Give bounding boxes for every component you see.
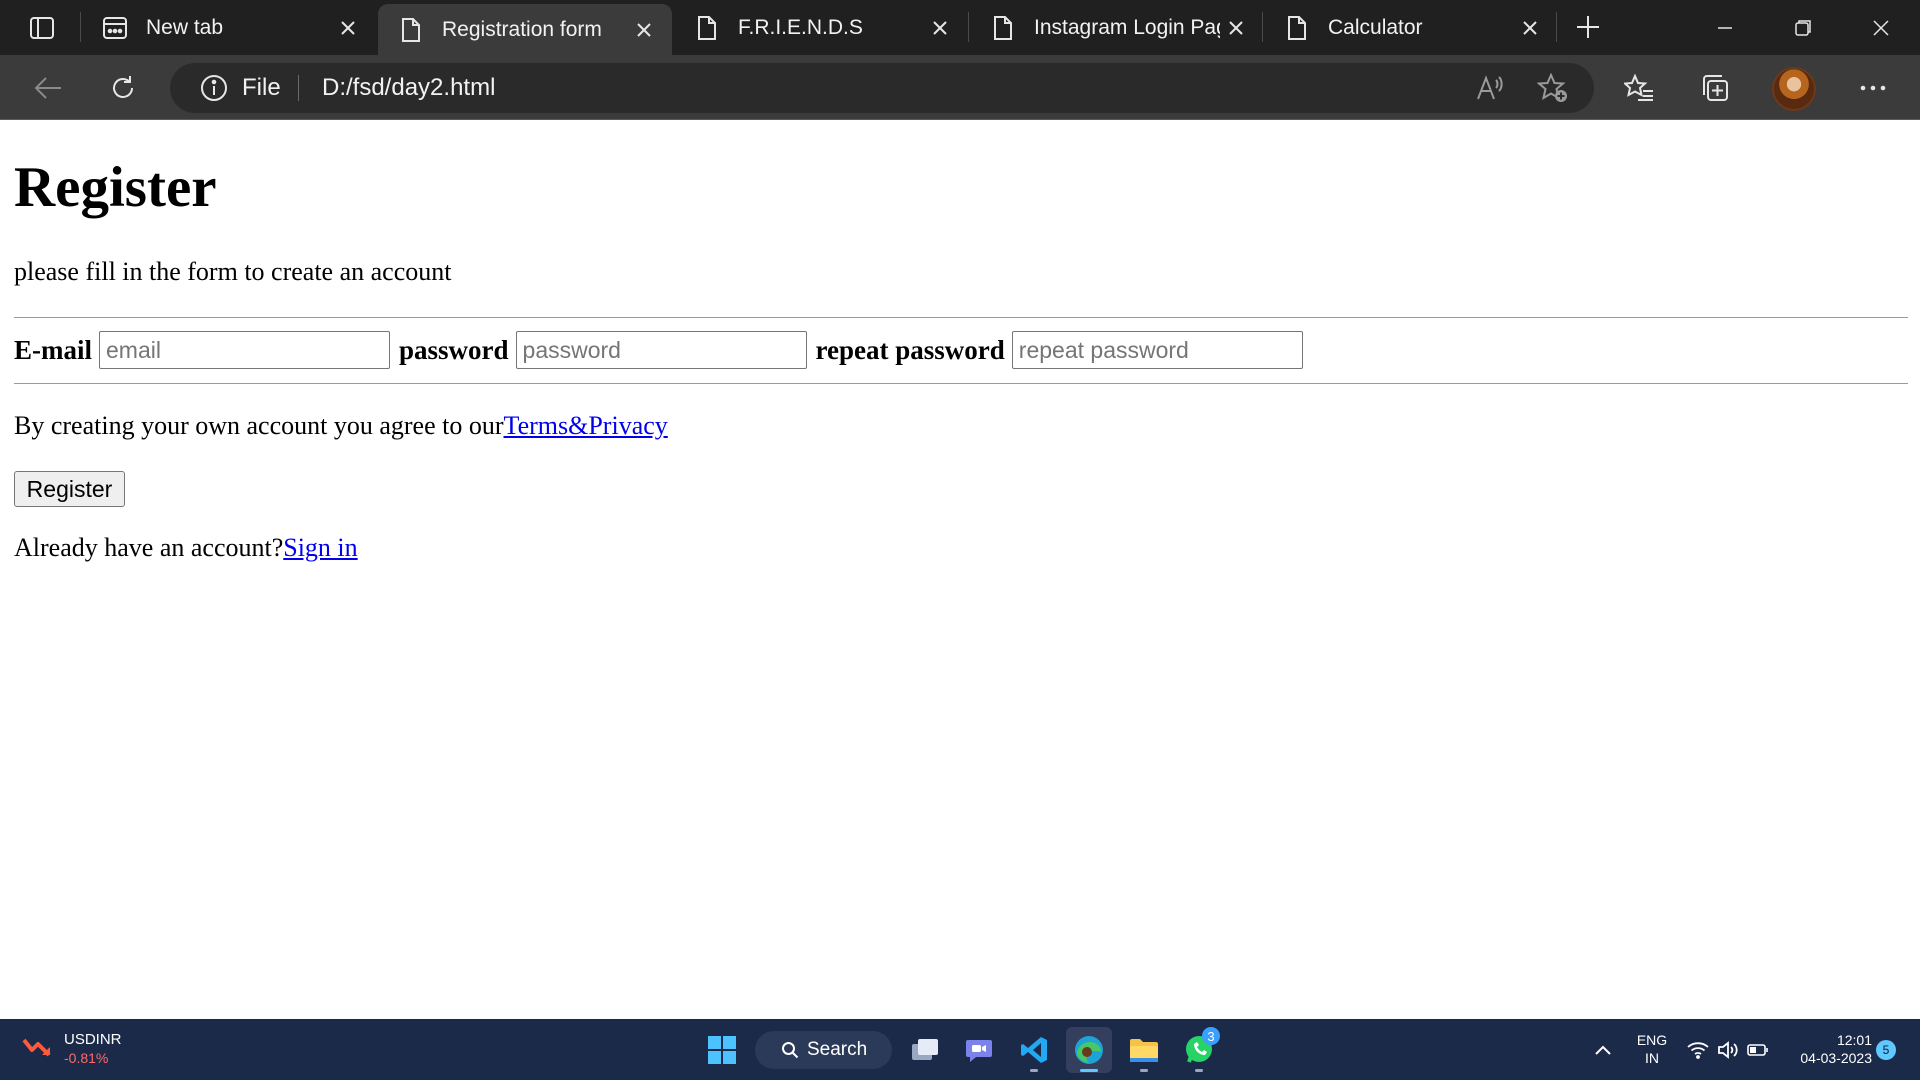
chart-down-icon xyxy=(22,1036,52,1063)
restore-icon[interactable] xyxy=(1764,0,1842,55)
divider xyxy=(14,383,1908,384)
page-subtitle: please fill in the form to create an acc… xyxy=(14,257,452,286)
new-tab-plus-icon[interactable] xyxy=(1568,10,1608,44)
language-indicator[interactable]: ENG IN xyxy=(1630,1031,1674,1067)
tab-new-tab[interactable]: New tab xyxy=(82,0,376,55)
page-icon xyxy=(990,14,1016,42)
close-icon[interactable] xyxy=(630,16,658,44)
battery-icon[interactable] xyxy=(1741,1027,1775,1073)
email-field[interactable] xyxy=(99,331,390,369)
address-separator xyxy=(298,75,299,101)
tab-separator xyxy=(968,12,969,42)
stock-ticker-widget[interactable]: USDINR -0.81% xyxy=(22,1029,122,1069)
close-window-icon[interactable] xyxy=(1842,0,1920,55)
ticker-change: -0.81% xyxy=(64,1049,109,1066)
collections-icon[interactable] xyxy=(1693,67,1737,109)
minimize-icon[interactable] xyxy=(1686,0,1764,55)
close-icon[interactable] xyxy=(1516,14,1544,42)
back-arrow-icon[interactable] xyxy=(26,67,70,109)
language-code: ENG xyxy=(1636,1032,1668,1048)
task-view-icon[interactable] xyxy=(902,1027,948,1073)
refresh-icon[interactable] xyxy=(101,67,145,109)
clock-date: 04-03-2023 xyxy=(1800,1050,1872,1067)
volume-icon[interactable] xyxy=(1711,1027,1745,1073)
vscode-icon[interactable] xyxy=(1011,1027,1057,1073)
more-menu-icon[interactable] xyxy=(1851,67,1895,109)
web-page: Register please fill in the form to crea… xyxy=(0,121,1920,1019)
tab-title: Registration form xyxy=(442,17,602,41)
page-icon xyxy=(398,16,424,44)
profile-avatar[interactable] xyxy=(1772,67,1816,111)
whatsapp-icon[interactable]: 3 xyxy=(1176,1027,1222,1073)
tab-registration-form[interactable]: Registration form xyxy=(378,4,672,55)
tab-friends[interactable]: F.R.I.E.N.D.S xyxy=(674,0,968,55)
browser-tab-strip: New tab Registration form F.R.I.E.N.D.S … xyxy=(0,0,1920,55)
tab-separator xyxy=(1262,12,1263,42)
sign-in-link[interactable]: Sign in xyxy=(283,533,357,562)
close-icon[interactable] xyxy=(926,14,954,42)
tab-title: Instagram Login Pag xyxy=(1034,15,1220,39)
region-code: IN xyxy=(1645,1050,1659,1067)
address-bar[interactable]: File D:/fsd/day2.html xyxy=(170,63,1594,113)
running-indicator xyxy=(1195,1069,1203,1072)
teams-chat-icon[interactable] xyxy=(956,1027,1002,1073)
ticker-symbol: USDINR xyxy=(64,1030,122,1048)
password-field[interactable] xyxy=(515,331,807,369)
search-label: Search xyxy=(807,1039,868,1060)
repeat-password-field[interactable] xyxy=(1011,331,1303,369)
email-label: E-mail xyxy=(14,334,92,365)
browser-toolbar: File D:/fsd/day2.html xyxy=(0,55,1920,120)
tab-title: New tab xyxy=(146,15,224,39)
tab-title: Calculator xyxy=(1328,15,1423,39)
windows-taskbar: USDINR -0.81% Search 3 ENG IN 12:01 04-0… xyxy=(0,1019,1920,1080)
windows-start-icon[interactable] xyxy=(699,1027,745,1073)
file-explorer-icon[interactable] xyxy=(1121,1027,1167,1073)
system-clock[interactable]: 12:01 04-03-2023 xyxy=(1782,1031,1872,1067)
page-icon xyxy=(1284,14,1310,42)
close-icon[interactable] xyxy=(334,14,362,42)
add-favorite-star-icon[interactable] xyxy=(1533,68,1573,108)
active-indicator xyxy=(1080,1069,1098,1072)
running-indicator xyxy=(1030,1069,1038,1072)
close-icon[interactable] xyxy=(1222,14,1250,42)
info-icon[interactable] xyxy=(200,74,228,102)
terms-text: By creating your own account you agree t… xyxy=(14,411,504,440)
page-icon xyxy=(694,14,720,42)
signin-paragraph: Already have an account?Sign in xyxy=(14,533,358,563)
signin-text: Already have an account? xyxy=(14,533,284,562)
tab-calculator[interactable]: Calculator xyxy=(1264,0,1558,55)
terms-paragraph: By creating your own account you agree t… xyxy=(14,411,668,441)
running-indicator xyxy=(1140,1069,1148,1072)
page-heading: Register xyxy=(14,156,217,219)
divider xyxy=(14,317,1908,318)
newtab-icon xyxy=(102,14,128,42)
clock-time: 12:01 xyxy=(1836,1032,1872,1048)
register-button[interactable]: Register xyxy=(14,471,125,507)
tab-separator xyxy=(80,12,81,42)
tab-instagram-login[interactable]: Instagram Login Pag xyxy=(970,0,1264,55)
edge-browser-icon[interactable] xyxy=(1066,1027,1112,1073)
notification-badge: 3 xyxy=(1202,1027,1220,1045)
registration-form-row: E-mail password repeat password xyxy=(14,331,1312,369)
scheme-label[interactable]: File xyxy=(242,63,281,113)
repeat-password-label: repeat password xyxy=(815,334,1005,365)
password-label: password xyxy=(399,334,509,365)
chevron-up-icon[interactable] xyxy=(1585,1027,1621,1073)
taskbar-search[interactable]: Search xyxy=(755,1031,892,1069)
terms-privacy-link[interactable]: Terms&Privacy xyxy=(504,411,668,440)
url-text[interactable]: D:/fsd/day2.html xyxy=(322,63,495,113)
notification-count-badge[interactable]: 5 xyxy=(1876,1040,1896,1060)
favorites-icon[interactable] xyxy=(1617,67,1661,109)
read-aloud-icon[interactable] xyxy=(1470,68,1510,108)
search-icon xyxy=(782,1042,799,1059)
tab-title: F.R.I.E.N.D.S xyxy=(738,15,863,39)
tab-actions-menu-icon[interactable] xyxy=(18,12,66,44)
tab-separator xyxy=(1556,12,1557,42)
